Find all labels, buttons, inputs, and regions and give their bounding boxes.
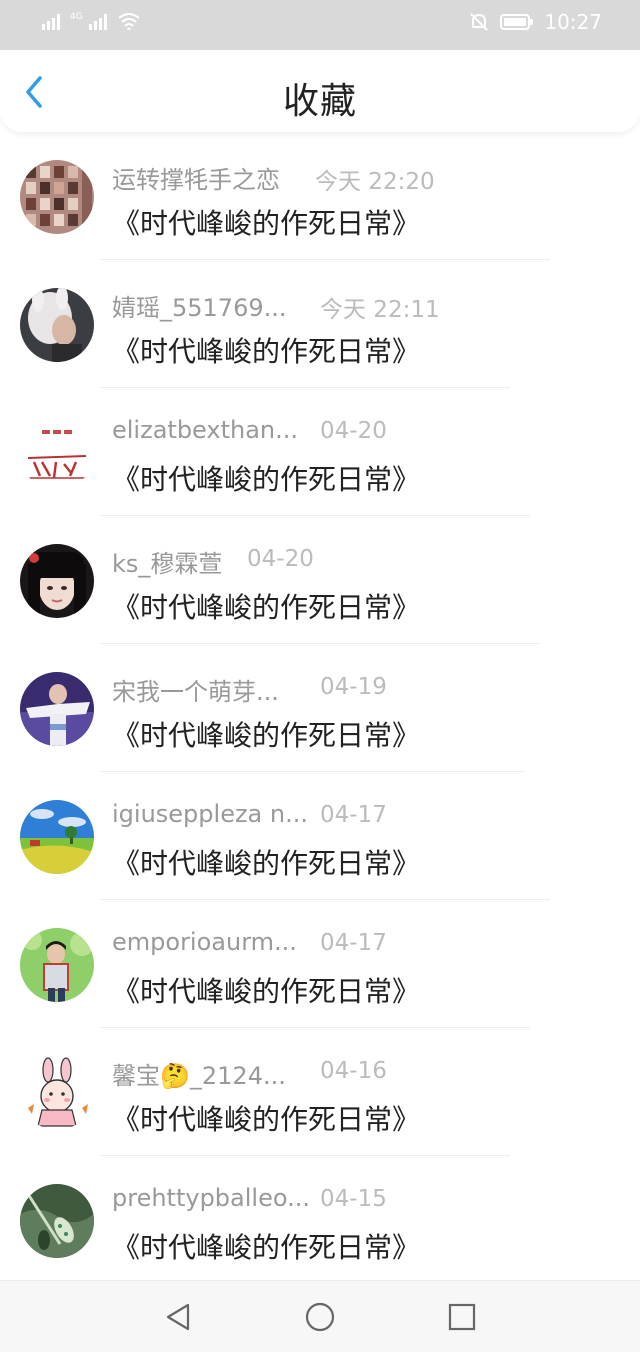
avatar[interactable] — [20, 800, 94, 874]
triangle-back-icon — [166, 1303, 190, 1331]
avatar-image — [20, 928, 94, 1002]
nav-recents-button[interactable] — [444, 1299, 480, 1335]
list-item[interactable]: 婧瑶_551769... 今天 22:11 《时代峰峻的作死日常》 — [0, 260, 640, 388]
book-title: 《时代峰峻的作死日常》 — [112, 207, 421, 240]
signal-icon — [42, 14, 60, 30]
status-bar: 4G 10:27 — [0, 0, 640, 50]
avatar-image — [20, 288, 94, 362]
timestamp: 04-20 — [320, 418, 387, 444]
book-title: 《时代峰峻的作死日常》 — [112, 847, 421, 880]
book-title: 《时代峰峻的作死日常》 — [112, 1103, 421, 1136]
username: prehttypballeo... — [112, 1184, 310, 1212]
avatar[interactable] — [20, 416, 94, 490]
username: elizatbexthan... — [112, 416, 299, 444]
status-left: 4G — [42, 12, 141, 30]
status-right: 10:27 — [468, 10, 602, 34]
avatar[interactable] — [20, 672, 94, 746]
timestamp: 04-19 — [320, 674, 387, 700]
book-title: 《时代峰峻的作死日常》 — [112, 719, 421, 752]
system-nav-bar — [0, 1280, 640, 1352]
avatar-image — [20, 800, 94, 874]
username: 馨宝🤔_2124... — [112, 1062, 286, 1090]
username: 婧瑶_551769... — [112, 294, 287, 322]
battery-icon — [500, 14, 534, 30]
list-item[interactable]: elizatbexthan... 04-20 《时代峰峻的作死日常》 — [0, 388, 640, 516]
avatar-image — [20, 1056, 94, 1130]
book-title: 《时代峰峻的作死日常》 — [112, 591, 421, 624]
book-title: 《时代峰峻的作死日常》 — [112, 335, 421, 368]
username: 运转撑牦手之恋 — [112, 166, 280, 194]
wifi-icon — [118, 13, 140, 30]
timestamp: 04-17 — [320, 930, 387, 956]
circle-home-icon — [305, 1302, 335, 1332]
list-item[interactable]: igiuseppleza n... 04-17 《时代峰峻的作死日常》 — [0, 772, 640, 900]
favorites-list: 运转撑牦手之恋 今天 22:20 《时代峰峻的作死日常》 婧瑶_551769..… — [0, 132, 640, 1284]
username: 宋我一个萌芽... — [112, 678, 279, 706]
list-item[interactable]: prehttypballeo... 04-15 《时代峰峻的作死日常》 — [0, 1156, 640, 1284]
avatar[interactable] — [20, 928, 94, 1002]
avatar[interactable] — [20, 288, 94, 362]
avatar[interactable] — [20, 1056, 94, 1130]
list-item[interactable]: emporioaurm... 04-17 《时代峰峻的作死日常》 — [0, 900, 640, 1028]
page-title: 收藏 — [282, 81, 357, 122]
list-item[interactable]: 宋我一个萌芽... 04-19 《时代峰峻的作死日常》 — [0, 644, 640, 772]
avatar-image — [20, 544, 94, 618]
timestamp: 04-20 — [247, 546, 314, 572]
square-recents-icon — [448, 1303, 476, 1331]
list-item[interactable]: 馨宝🤔_2124... 04-16 《时代峰峻的作死日常》 — [0, 1028, 640, 1156]
avatar[interactable] — [20, 1184, 94, 1258]
mute-icon — [470, 13, 489, 31]
nav-home-button[interactable] — [302, 1299, 338, 1335]
username: ks_穆霖萱 — [112, 550, 223, 578]
avatar-image — [20, 416, 94, 490]
username: emporioaurm... — [112, 928, 297, 956]
timestamp: 今天 22:11 — [320, 297, 440, 323]
timestamp: 今天 22:20 — [315, 169, 435, 195]
avatar[interactable] — [20, 544, 94, 618]
list-item[interactable]: 运转撑牦手之恋 今天 22:20 《时代峰峻的作死日常》 — [0, 132, 640, 260]
book-title: 《时代峰峻的作死日常》 — [112, 975, 421, 1008]
book-title: 《时代峰峻的作死日常》 — [112, 1231, 421, 1264]
timestamp: 04-15 — [320, 1186, 387, 1212]
book-title: 《时代峰峻的作死日常》 — [112, 463, 421, 496]
timestamp: 04-17 — [320, 802, 387, 828]
avatar-image — [20, 672, 94, 746]
list-item[interactable]: ks_穆霖萱 04-20 《时代峰峻的作死日常》 — [0, 516, 640, 644]
avatar-image — [20, 160, 94, 234]
signal-icon — [88, 14, 107, 30]
username: igiuseppleza n... — [112, 800, 308, 828]
network-type-label: 4G — [70, 12, 83, 22]
status-time: 10:27 — [544, 10, 602, 34]
app-header: 收藏 — [0, 50, 640, 132]
avatar[interactable] — [20, 160, 94, 234]
avatar-image — [20, 1184, 94, 1258]
nav-back-button[interactable] — [160, 1299, 196, 1335]
timestamp: 04-16 — [320, 1058, 387, 1084]
